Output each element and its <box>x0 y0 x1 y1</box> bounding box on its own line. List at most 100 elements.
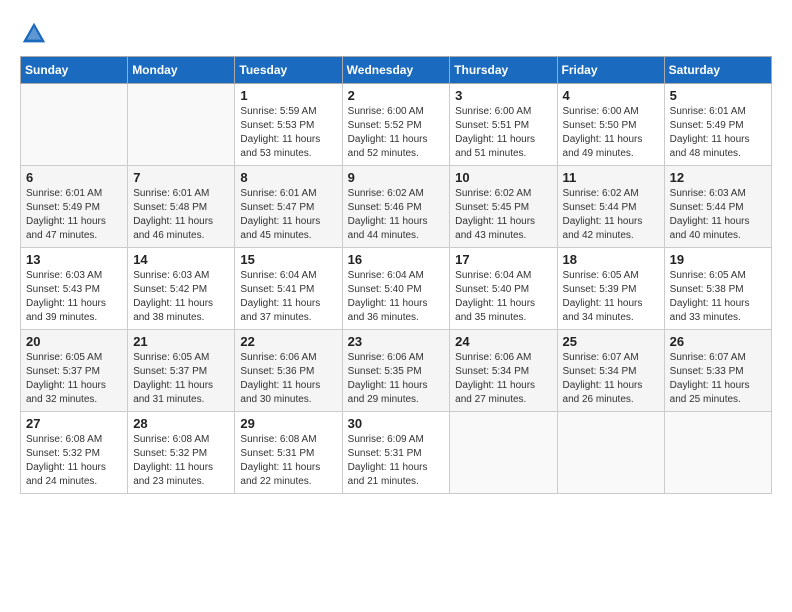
day-info: Sunrise: 6:08 AM Sunset: 5:31 PM Dayligh… <box>240 433 336 489</box>
day-info: Sunrise: 6:06 AM Sunset: 5:34 PM Dayligh… <box>455 351 551 407</box>
day-info: Sunrise: 6:03 AM Sunset: 5:43 PM Dayligh… <box>26 269 122 325</box>
calendar-cell: 8 Sunrise: 6:01 AM Sunset: 5:47 PM Daylig… <box>235 166 342 248</box>
day-info: Sunrise: 6:09 AM Sunset: 5:31 PM Dayligh… <box>348 433 445 489</box>
day-number: 22 <box>240 334 336 349</box>
day-header-saturday: Saturday <box>664 57 771 84</box>
day-number: 5 <box>670 88 766 103</box>
day-number: 8 <box>240 170 336 185</box>
calendar-table: SundayMondayTuesdayWednesdayThursdayFrid… <box>20 56 772 494</box>
day-number: 3 <box>455 88 551 103</box>
day-info: Sunrise: 6:01 AM Sunset: 5:47 PM Dayligh… <box>240 187 336 243</box>
day-info: Sunrise: 6:06 AM Sunset: 5:36 PM Dayligh… <box>240 351 336 407</box>
calendar-cell: 12Sunrise: 6:03 AM Sunset: 5:44 PM Dayli… <box>664 166 771 248</box>
calendar-cell <box>450 412 557 494</box>
day-number: 4 <box>563 88 659 103</box>
day-number: 1 <box>240 88 336 103</box>
calendar-cell: 23 Sunrise: 6:06 AM Sunset: 5:35 PM Dayli… <box>342 330 450 412</box>
calendar-cell: 21Sunrise: 6:05 AM Sunset: 5:37 PM Dayli… <box>128 330 235 412</box>
day-info: Sunrise: 6:02 AM Sunset: 5:45 PM Dayligh… <box>455 187 551 243</box>
calendar-cell: 6 Sunrise: 6:01 AM Sunset: 5:49 PM Daylig… <box>21 166 128 248</box>
day-info: Sunrise: 6:07 AM Sunset: 5:34 PM Dayligh… <box>563 351 659 407</box>
day-info: Sunrise: 6:04 AM Sunset: 5:40 PM Dayligh… <box>455 269 551 325</box>
day-number: 18 <box>563 252 659 267</box>
day-header-thursday: Thursday <box>450 57 557 84</box>
calendar-cell: 19 Sunrise: 6:05 AM Sunset: 5:38 PM Dayli… <box>664 248 771 330</box>
day-number: 19 <box>670 252 766 267</box>
day-number: 28 <box>133 416 229 431</box>
calendar-week-row: 13 Sunrise: 6:03 AM Sunset: 5:43 PM Dayli… <box>21 248 772 330</box>
calendar-cell: 13 Sunrise: 6:03 AM Sunset: 5:43 PM Dayli… <box>21 248 128 330</box>
calendar-week-row: 6 Sunrise: 6:01 AM Sunset: 5:49 PM Daylig… <box>21 166 772 248</box>
day-number: 25 <box>563 334 659 349</box>
calendar-week-row: 20Sunrise: 6:05 AM Sunset: 5:37 PM Dayli… <box>21 330 772 412</box>
day-number: 10 <box>455 170 551 185</box>
calendar-cell: 9Sunrise: 6:02 AM Sunset: 5:46 PM Daylig… <box>342 166 450 248</box>
day-info: Sunrise: 6:01 AM Sunset: 5:49 PM Dayligh… <box>26 187 122 243</box>
calendar-cell: 11 Sunrise: 6:02 AM Sunset: 5:44 PM Dayli… <box>557 166 664 248</box>
day-number: 7 <box>133 170 229 185</box>
day-header-tuesday: Tuesday <box>235 57 342 84</box>
day-header-monday: Monday <box>128 57 235 84</box>
day-number: 11 <box>563 170 659 185</box>
day-number: 13 <box>26 252 122 267</box>
day-info: Sunrise: 5:59 AM Sunset: 5:53 PM Dayligh… <box>240 105 336 161</box>
day-number: 2 <box>348 88 445 103</box>
calendar-cell: 30 Sunrise: 6:09 AM Sunset: 5:31 PM Dayli… <box>342 412 450 494</box>
day-info: Sunrise: 6:01 AM Sunset: 5:49 PM Dayligh… <box>670 105 766 161</box>
calendar-cell: 2 Sunrise: 6:00 AM Sunset: 5:52 PM Daylig… <box>342 84 450 166</box>
logo-icon <box>20 20 48 48</box>
calendar-cell: 14Sunrise: 6:03 AM Sunset: 5:42 PM Dayli… <box>128 248 235 330</box>
day-number: 15 <box>240 252 336 267</box>
day-info: Sunrise: 6:08 AM Sunset: 5:32 PM Dayligh… <box>26 433 122 489</box>
day-header-friday: Friday <box>557 57 664 84</box>
day-number: 29 <box>240 416 336 431</box>
calendar-cell: 29 Sunrise: 6:08 AM Sunset: 5:31 PM Dayli… <box>235 412 342 494</box>
day-info: Sunrise: 6:01 AM Sunset: 5:48 PM Dayligh… <box>133 187 229 243</box>
day-info: Sunrise: 6:07 AM Sunset: 5:33 PM Dayligh… <box>670 351 766 407</box>
day-number: 26 <box>670 334 766 349</box>
calendar-cell: 24Sunrise: 6:06 AM Sunset: 5:34 PM Dayli… <box>450 330 557 412</box>
calendar-week-row: 27 Sunrise: 6:08 AM Sunset: 5:32 PM Dayli… <box>21 412 772 494</box>
calendar-cell <box>21 84 128 166</box>
day-info: Sunrise: 6:04 AM Sunset: 5:41 PM Dayligh… <box>240 269 336 325</box>
calendar-cell: 7 Sunrise: 6:01 AM Sunset: 5:48 PM Daylig… <box>128 166 235 248</box>
day-info: Sunrise: 6:02 AM Sunset: 5:44 PM Dayligh… <box>563 187 659 243</box>
calendar-cell: 26 Sunrise: 6:07 AM Sunset: 5:33 PM Dayli… <box>664 330 771 412</box>
page-header <box>20 20 772 48</box>
logo <box>20 20 52 48</box>
calendar-cell: 5 Sunrise: 6:01 AM Sunset: 5:49 PM Daylig… <box>664 84 771 166</box>
day-info: Sunrise: 6:00 AM Sunset: 5:51 PM Dayligh… <box>455 105 551 161</box>
calendar-cell: 1 Sunrise: 5:59 AM Sunset: 5:53 PM Daylig… <box>235 84 342 166</box>
day-info: Sunrise: 6:00 AM Sunset: 5:52 PM Dayligh… <box>348 105 445 161</box>
day-info: Sunrise: 6:05 AM Sunset: 5:38 PM Dayligh… <box>670 269 766 325</box>
day-number: 12 <box>670 170 766 185</box>
calendar-cell: 15 Sunrise: 6:04 AM Sunset: 5:41 PM Dayli… <box>235 248 342 330</box>
calendar-cell <box>664 412 771 494</box>
calendar-cell: 18Sunrise: 6:05 AM Sunset: 5:39 PM Dayli… <box>557 248 664 330</box>
day-info: Sunrise: 6:00 AM Sunset: 5:50 PM Dayligh… <box>563 105 659 161</box>
day-number: 23 <box>348 334 445 349</box>
day-info: Sunrise: 6:04 AM Sunset: 5:40 PM Dayligh… <box>348 269 445 325</box>
calendar-cell: 27 Sunrise: 6:08 AM Sunset: 5:32 PM Dayli… <box>21 412 128 494</box>
calendar-cell: 20Sunrise: 6:05 AM Sunset: 5:37 PM Dayli… <box>21 330 128 412</box>
day-header-wednesday: Wednesday <box>342 57 450 84</box>
day-number: 16 <box>348 252 445 267</box>
calendar-cell: 10 Sunrise: 6:02 AM Sunset: 5:45 PM Dayli… <box>450 166 557 248</box>
calendar-cell: 25 Sunrise: 6:07 AM Sunset: 5:34 PM Dayli… <box>557 330 664 412</box>
day-number: 27 <box>26 416 122 431</box>
day-number: 21 <box>133 334 229 349</box>
day-number: 17 <box>455 252 551 267</box>
day-number: 30 <box>348 416 445 431</box>
calendar-cell: 22 Sunrise: 6:06 AM Sunset: 5:36 PM Dayli… <box>235 330 342 412</box>
calendar-cell: 16 Sunrise: 6:04 AM Sunset: 5:40 PM Dayli… <box>342 248 450 330</box>
calendar-cell: 28 Sunrise: 6:08 AM Sunset: 5:32 PM Dayli… <box>128 412 235 494</box>
day-info: Sunrise: 6:06 AM Sunset: 5:35 PM Dayligh… <box>348 351 445 407</box>
calendar-week-row: 1 Sunrise: 5:59 AM Sunset: 5:53 PM Daylig… <box>21 84 772 166</box>
day-info: Sunrise: 6:03 AM Sunset: 5:42 PM Dayligh… <box>133 269 229 325</box>
day-number: 6 <box>26 170 122 185</box>
day-info: Sunrise: 6:08 AM Sunset: 5:32 PM Dayligh… <box>133 433 229 489</box>
calendar-cell: 3 Sunrise: 6:00 AM Sunset: 5:51 PM Daylig… <box>450 84 557 166</box>
calendar-header-row: SundayMondayTuesdayWednesdayThursdayFrid… <box>21 57 772 84</box>
calendar-cell: 4 Sunrise: 6:00 AM Sunset: 5:50 PM Daylig… <box>557 84 664 166</box>
day-number: 20 <box>26 334 122 349</box>
